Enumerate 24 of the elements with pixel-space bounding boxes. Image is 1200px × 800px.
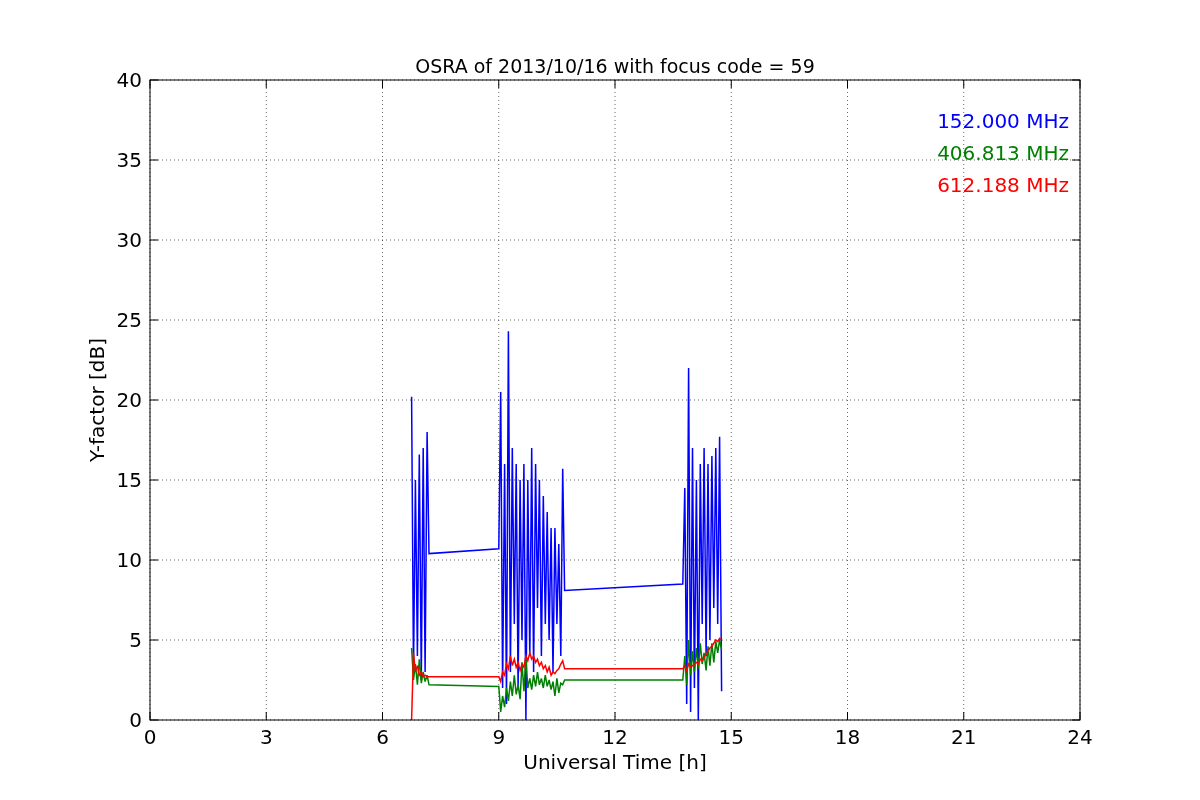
y-tick-label: 30 bbox=[116, 228, 142, 252]
y-tick-label: 0 bbox=[129, 708, 142, 732]
chart-title: OSRA of 2013/10/16 with focus code = 59 bbox=[415, 55, 815, 77]
y-tick-label: 25 bbox=[116, 308, 142, 332]
x-tick-label: 18 bbox=[834, 725, 861, 749]
x-tick-label: 3 bbox=[259, 725, 273, 749]
y-tick-label: 35 bbox=[116, 148, 142, 172]
y-tick-label: 10 bbox=[116, 548, 142, 572]
x-axis-label: Universal Time [h] bbox=[523, 750, 707, 774]
x-tick-label: 12 bbox=[602, 725, 628, 749]
x-tick-label: 0 bbox=[143, 725, 157, 749]
y-tick-label: 5 bbox=[129, 628, 142, 652]
legend-label: 152.000 MHz bbox=[937, 109, 1069, 133]
y-tick-label: 20 bbox=[116, 388, 142, 412]
x-tick-label: 9 bbox=[492, 725, 506, 749]
x-tick-label: 6 bbox=[376, 725, 389, 749]
x-tick-label: 24 bbox=[1067, 725, 1093, 749]
x-tick-label: 21 bbox=[951, 725, 977, 749]
x-tick-label: 15 bbox=[718, 725, 744, 749]
legend-label: 612.188 MHz bbox=[937, 173, 1069, 197]
y-tick-label: 40 bbox=[116, 68, 142, 92]
legend-label: 406.813 MHz bbox=[937, 141, 1069, 165]
y-tick-label: 15 bbox=[116, 468, 142, 492]
y-axis-label: Y-factor [dB] bbox=[85, 338, 109, 462]
